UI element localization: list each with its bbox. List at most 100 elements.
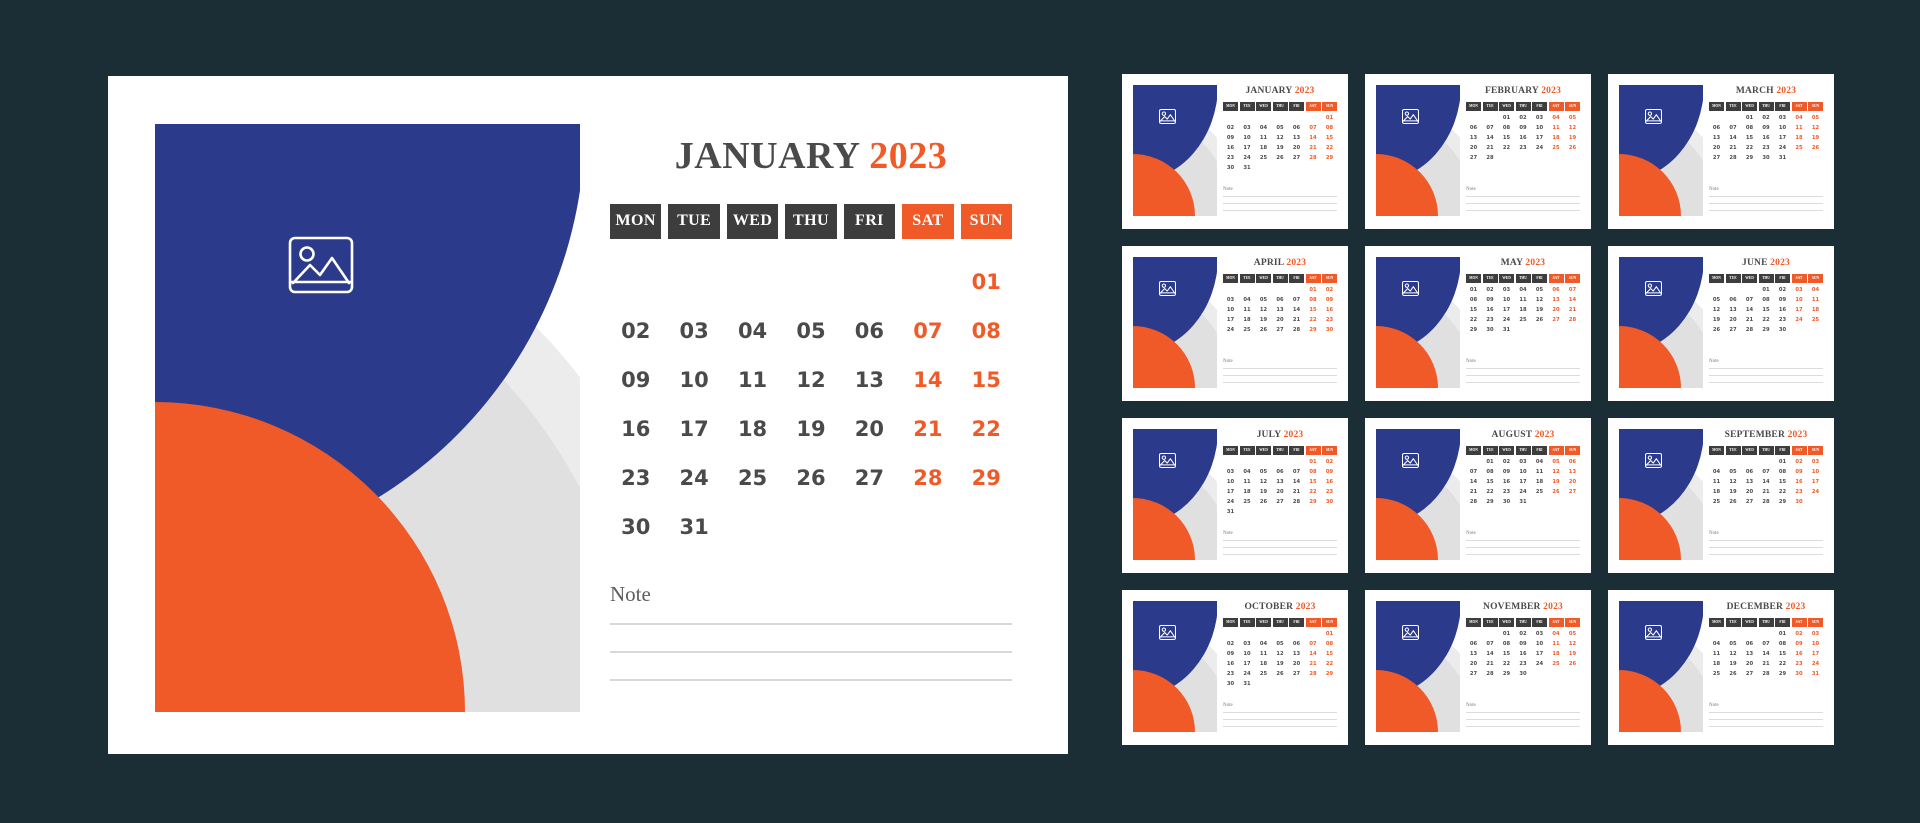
day-cell[interactable]: 06	[1549, 287, 1564, 295]
day-cell[interactable]: 25	[1256, 154, 1271, 162]
day-cell[interactable]: 19	[1273, 660, 1288, 668]
day-cell[interactable]: 02	[1223, 640, 1238, 648]
day-cell[interactable]: 28	[1742, 326, 1757, 334]
day-cell[interactable]: 29	[1759, 326, 1774, 334]
day-cell[interactable]: 20	[1742, 660, 1757, 668]
day-cell[interactable]: 14	[1466, 478, 1481, 486]
day-cell[interactable]: 19	[1565, 650, 1580, 658]
day-cell[interactable]: 11	[1549, 124, 1564, 132]
day-cell[interactable]: 14	[902, 359, 953, 401]
day-cell[interactable]: 04	[1516, 287, 1531, 295]
note-line[interactable]	[1709, 375, 1823, 376]
note-line[interactable]	[1223, 719, 1337, 720]
image-placeholder-icon[interactable]	[1645, 625, 1662, 640]
day-cell[interactable]: 19	[1273, 144, 1288, 152]
day-cell[interactable]: 12	[1256, 306, 1271, 314]
day-cell[interactable]: 02	[1759, 115, 1774, 123]
month-thumbnail-june[interactable]: JUNE 2023 MON TUE WED THU FRI SAT SUN 01 02 03 04 0…	[1608, 246, 1834, 401]
day-cell[interactable]: 22	[1322, 144, 1337, 152]
day-cell[interactable]: 07	[1466, 468, 1481, 476]
day-cell[interactable]: 04	[1240, 296, 1255, 304]
day-cell[interactable]: 03	[668, 310, 719, 352]
day-cell[interactable]: 01	[1483, 459, 1498, 467]
day-cell[interactable]: 31	[668, 506, 719, 548]
day-cell[interactable]: 21	[1289, 488, 1304, 496]
day-cell[interactable]: 12	[1565, 640, 1580, 648]
day-cell[interactable]: 02	[1516, 115, 1531, 123]
day-cell[interactable]: 24	[1223, 498, 1238, 506]
day-cell[interactable]: 23	[610, 457, 661, 499]
day-cell[interactable]: 03	[1532, 115, 1547, 123]
day-cell[interactable]: 15	[1322, 134, 1337, 142]
note-line[interactable]	[1223, 726, 1337, 727]
day-cell[interactable]: 21	[1759, 488, 1774, 496]
day-cell[interactable]: 22	[1775, 488, 1790, 496]
day-cell[interactable]: 20	[1565, 478, 1580, 486]
day-cell[interactable]: 28	[1483, 670, 1498, 678]
day-cell[interactable]: 13	[1549, 296, 1564, 304]
day-cell[interactable]: 15	[1483, 478, 1498, 486]
day-cell[interactable]: 03	[1516, 459, 1531, 467]
day-cell[interactable]: 08	[1306, 468, 1321, 476]
day-cell[interactable]: 23	[1483, 316, 1498, 324]
day-cell[interactable]: 19	[1726, 488, 1741, 496]
image-placeholder-icon[interactable]	[1159, 109, 1176, 124]
note-line[interactable]	[1466, 210, 1580, 211]
day-cell[interactable]: 02	[1322, 459, 1337, 467]
day-cell[interactable]: 23	[1775, 316, 1790, 324]
day-cell[interactable]: 24	[1775, 144, 1790, 152]
day-cell[interactable]: 04	[1532, 459, 1547, 467]
month-thumbnail-march[interactable]: MARCH 2023 MON TUE WED THU FRI SAT SUN 01 02 03 04…	[1608, 74, 1834, 229]
day-cell[interactable]: 01	[1499, 631, 1514, 639]
day-cell[interactable]: 09	[1759, 124, 1774, 132]
day-cell[interactable]: 10	[1532, 124, 1547, 132]
day-cell[interactable]: 03	[1223, 468, 1238, 476]
day-cell[interactable]: 24	[1532, 144, 1547, 152]
day-cell[interactable]: 10	[1808, 640, 1823, 648]
day-cell[interactable]: 18	[1532, 478, 1547, 486]
day-cell[interactable]: 27	[1289, 670, 1304, 678]
day-cell[interactable]: 02	[1499, 459, 1514, 467]
day-cell[interactable]: 10	[1532, 640, 1547, 648]
day-cell[interactable]: 27	[1466, 670, 1481, 678]
day-cell[interactable]: 16	[1223, 660, 1238, 668]
day-cell[interactable]: 23	[1322, 316, 1337, 324]
day-cell[interactable]: 26	[1709, 326, 1724, 334]
day-cell[interactable]: 15	[1306, 306, 1321, 314]
day-cell[interactable]: 25	[1516, 316, 1531, 324]
day-cell[interactable]: 12	[785, 359, 836, 401]
day-cell[interactable]: 07	[1289, 296, 1304, 304]
day-cell[interactable]: 08	[1775, 468, 1790, 476]
note-line[interactable]	[1223, 203, 1337, 204]
day-cell[interactable]: 27	[1742, 670, 1757, 678]
day-cell[interactable]: 22	[1466, 316, 1481, 324]
day-cell[interactable]: 18	[1256, 660, 1271, 668]
day-cell[interactable]: 01	[1742, 115, 1757, 123]
day-cell[interactable]: 15	[1306, 478, 1321, 486]
day-cell[interactable]: 14	[1483, 134, 1498, 142]
day-cell[interactable]: 11	[727, 359, 778, 401]
day-cell[interactable]: 30	[1759, 154, 1774, 162]
month-thumbnail-july[interactable]: JULY 2023 MON TUE WED THU FRI SAT SUN 01 02 03 04 0…	[1122, 418, 1348, 573]
day-cell[interactable]: 25	[1808, 316, 1823, 324]
day-cell[interactable]: 21	[1306, 660, 1321, 668]
day-cell[interactable]: 02	[1792, 459, 1807, 467]
day-cell[interactable]: 10	[1240, 134, 1255, 142]
day-cell[interactable]: 31	[1775, 154, 1790, 162]
day-cell[interactable]: 02	[610, 310, 661, 352]
day-cell[interactable]: 19	[785, 408, 836, 450]
day-cell[interactable]: 12	[1565, 124, 1580, 132]
day-cell[interactable]: 14	[1483, 650, 1498, 658]
day-cell[interactable]: 14	[1289, 478, 1304, 486]
day-cell[interactable]: 18	[1516, 306, 1531, 314]
day-cell[interactable]: 03	[1808, 631, 1823, 639]
day-cell[interactable]: 07	[902, 310, 953, 352]
month-thumbnail-february[interactable]: FEBRUARY 2023 MON TUE WED THU FRI SAT SUN 01 02 0…	[1365, 74, 1591, 229]
day-cell[interactable]: 29	[1322, 154, 1337, 162]
day-cell[interactable]: 21	[1726, 144, 1741, 152]
day-cell[interactable]: 13	[1709, 134, 1724, 142]
day-cell[interactable]: 28	[1565, 316, 1580, 324]
note-line[interactable]	[610, 651, 1012, 653]
day-cell[interactable]: 01	[1322, 115, 1337, 123]
day-cell[interactable]: 22	[1499, 144, 1514, 152]
